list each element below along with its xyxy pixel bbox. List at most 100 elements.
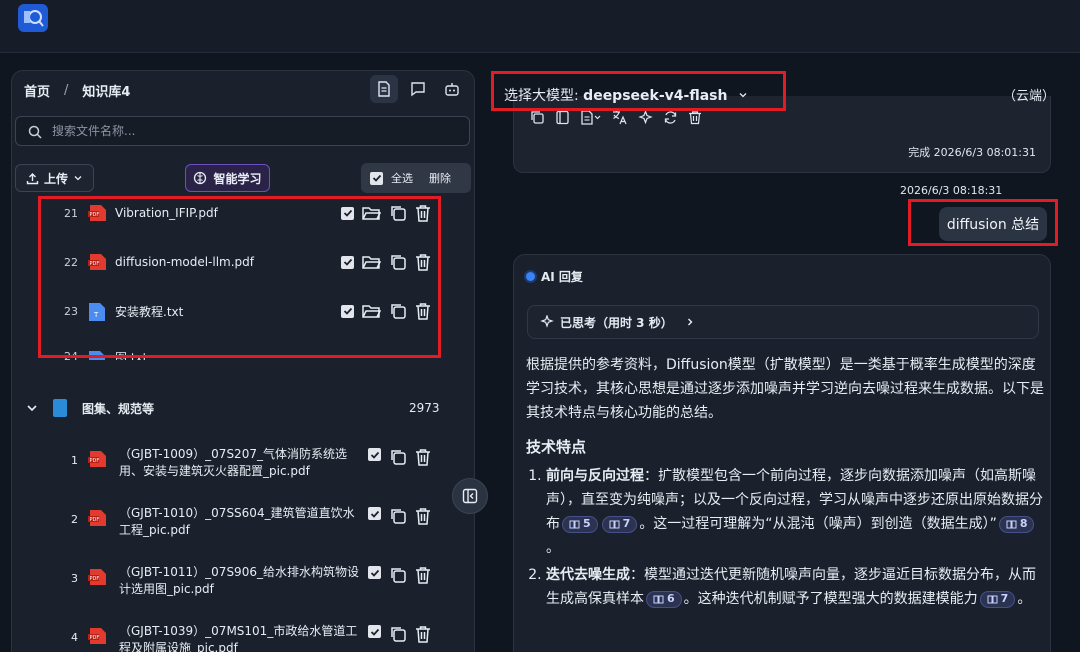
search-box	[15, 116, 470, 146]
citation-badge[interactable]: 7	[601, 515, 638, 533]
copy-icon[interactable]	[389, 507, 407, 525]
citation-number: 8	[1019, 517, 1028, 530]
upload-icon	[26, 172, 39, 184]
sparkle-icon	[540, 315, 554, 328]
answer-list-item: 迭代去噪生成：模型通过迭代更新随机噪声向量，逐步逼近目标数据分布，从而生成高保真…	[546, 563, 1044, 611]
completion-time: 完成 2026/6/3 08:01:31	[908, 146, 1036, 159]
file-name-line: 程及附属设施_pic.pdf	[119, 641, 238, 652]
citation-number: 6	[667, 592, 675, 605]
copy-icon[interactable]	[389, 625, 407, 643]
pdf-file-icon: PDF	[88, 510, 106, 526]
ai-response-header: AI 回复	[526, 268, 583, 285]
file-checkbox[interactable]	[368, 566, 381, 579]
file-index: 1	[71, 454, 78, 467]
select-all-checkbox[interactable]	[370, 171, 383, 185]
group-count: 2973	[409, 401, 440, 415]
search-input[interactable]	[52, 121, 452, 141]
group-name: 图集、规范等	[82, 401, 155, 416]
breadcrumb-separator: /	[64, 83, 69, 98]
file-name-line: （GJBT-1039）_07MS101_市政给水管道工	[119, 624, 358, 638]
answer-list: 前向与反向过程：扩散模型包含一个前向过程，逐步向数据添加噪声（如高斯噪声），直至…	[526, 464, 1044, 611]
thinking-toggle[interactable]: 已思考（用时 3 秒）	[527, 305, 1039, 339]
citation-badge[interactable]: 5	[562, 515, 598, 533]
chevron-down-icon[interactable]	[26, 402, 38, 414]
file-actions	[368, 625, 431, 643]
delete-button[interactable]: 删除	[429, 170, 451, 186]
citation-badge[interactable]: 6	[646, 590, 682, 608]
file-checkbox[interactable]	[368, 625, 381, 638]
check-icon	[370, 569, 379, 577]
smart-learn-label: 智能学习	[213, 171, 262, 186]
item-text: 。这一过程可理解为“从混沌（噪声）到创造（数据生成）”	[639, 516, 997, 532]
citation-badge[interactable]: 8	[998, 515, 1035, 533]
brain-icon	[194, 171, 207, 185]
copy-icon[interactable]	[389, 566, 407, 584]
group-file-row[interactable]: 4 PDF （GJBT-1039）_07MS101_市政给水管道工 程及附属设施_…	[12, 623, 474, 652]
chat-view-button[interactable]	[404, 75, 432, 103]
file-index: 4	[71, 631, 78, 644]
collapse-panel-button[interactable]	[452, 478, 488, 514]
trash-icon[interactable]	[415, 566, 431, 584]
svg-text:PDF: PDF	[90, 576, 100, 582]
book-icon	[53, 399, 67, 417]
group-file-row[interactable]: 1 PDF （GJBT-1009）_07S207_气体消防系统选 用、安装与建筑灭…	[12, 446, 474, 486]
book-icon	[1006, 520, 1017, 528]
check-icon	[370, 451, 379, 459]
citation-badge[interactable]: 7	[979, 590, 1016, 608]
knowledge-base-panel: 首页 / 知识库4 上传 智能学习 全选 删除 21 PDF Vibratio	[11, 70, 475, 652]
trash-icon[interactable]	[415, 507, 431, 525]
answer-section-title: 技术特点	[526, 438, 587, 456]
file-actions	[368, 507, 431, 525]
view-switcher	[370, 75, 466, 103]
citation-number: 7	[1000, 592, 1009, 605]
chevron-down-icon	[74, 176, 82, 181]
file-name[interactable]: （GJBT-1009）_07S207_气体消防系统选 用、安装与建筑灭火器配置_p…	[119, 446, 359, 480]
file-name-line: （GJBT-1011）_07S906_给水排水构筑物设	[119, 565, 359, 579]
upload-label: 上传	[43, 171, 68, 186]
check-icon	[370, 510, 379, 518]
file-name-line: （GJBT-1010）_07SS604_建筑管道直饮水	[119, 506, 355, 520]
check-icon	[372, 174, 381, 182]
breadcrumb: 首页 / 知识库4	[24, 81, 130, 100]
pdf-file-icon: PDF	[88, 628, 106, 644]
file-name[interactable]: （GJBT-1039）_07MS101_市政给水管道工 程及附属设施_pic.pd…	[119, 623, 359, 652]
folder-group[interactable]: 图集、规范等 2973	[12, 391, 474, 425]
file-name-line: 工程_pic.pdf	[119, 523, 190, 537]
search-icon	[28, 125, 42, 139]
chat-icon	[411, 82, 425, 97]
upload-button[interactable]: 上传	[15, 164, 94, 192]
app-logo[interactable]	[18, 4, 48, 32]
file-checkbox[interactable]	[368, 448, 381, 461]
book-icon	[569, 520, 580, 528]
breadcrumb-home[interactable]: 首页	[24, 81, 50, 100]
smart-learn-button[interactable]: 智能学习	[185, 164, 270, 192]
file-actions	[368, 448, 431, 466]
select-all-label[interactable]: 全选	[391, 170, 413, 186]
document-view-button[interactable]	[370, 75, 398, 103]
file-name[interactable]: （GJBT-1010）_07SS604_建筑管道直饮水 工程_pic.pdf	[119, 505, 359, 539]
user-message-time: 2026/6/3 08:18:31	[900, 184, 1003, 197]
trash-icon[interactable]	[415, 625, 431, 643]
group-file-row[interactable]: 3 PDF （GJBT-1011）_07S906_给水排水构筑物设 计选用图_pi…	[12, 564, 474, 604]
trash-icon[interactable]	[415, 448, 431, 466]
logo-icon	[24, 10, 44, 27]
model-location-tag: （云端）	[1002, 89, 1055, 104]
file-actions	[368, 566, 431, 584]
ai-response-title: AI 回复	[541, 270, 583, 284]
copy-icon[interactable]	[389, 448, 407, 466]
book-icon	[609, 520, 620, 528]
file-index: 3	[71, 572, 78, 585]
book-icon	[987, 595, 998, 603]
thinking-label: 已思考（用时 3 秒）	[560, 315, 673, 330]
file-checkbox[interactable]	[368, 507, 381, 520]
highlight-box-files	[38, 196, 441, 358]
svg-text:PDF: PDF	[90, 635, 100, 641]
answer-intro: 根据提供的参考资料，Diffusion模型（扩散模型）是一类基于概率生成模型的深…	[526, 357, 1044, 421]
breadcrumb-current: 知识库4	[82, 85, 131, 100]
ai-answer-body: 根据提供的参考资料，Diffusion模型（扩散模型）是一类基于概率生成模型的深…	[526, 353, 1044, 614]
bot-view-button[interactable]	[438, 75, 466, 103]
pdf-file-icon: PDF	[88, 569, 106, 585]
group-file-row[interactable]: 2 PDF （GJBT-1010）_07SS604_建筑管道直饮水 工程_pic.…	[12, 505, 474, 545]
file-name[interactable]: （GJBT-1011）_07S906_给水排水构筑物设 计选用图_pic.pdf	[119, 564, 359, 598]
ai-response-card: AI 回复 已思考（用时 3 秒） 根据提供的参考资料，Diffusion模型（…	[513, 254, 1051, 652]
